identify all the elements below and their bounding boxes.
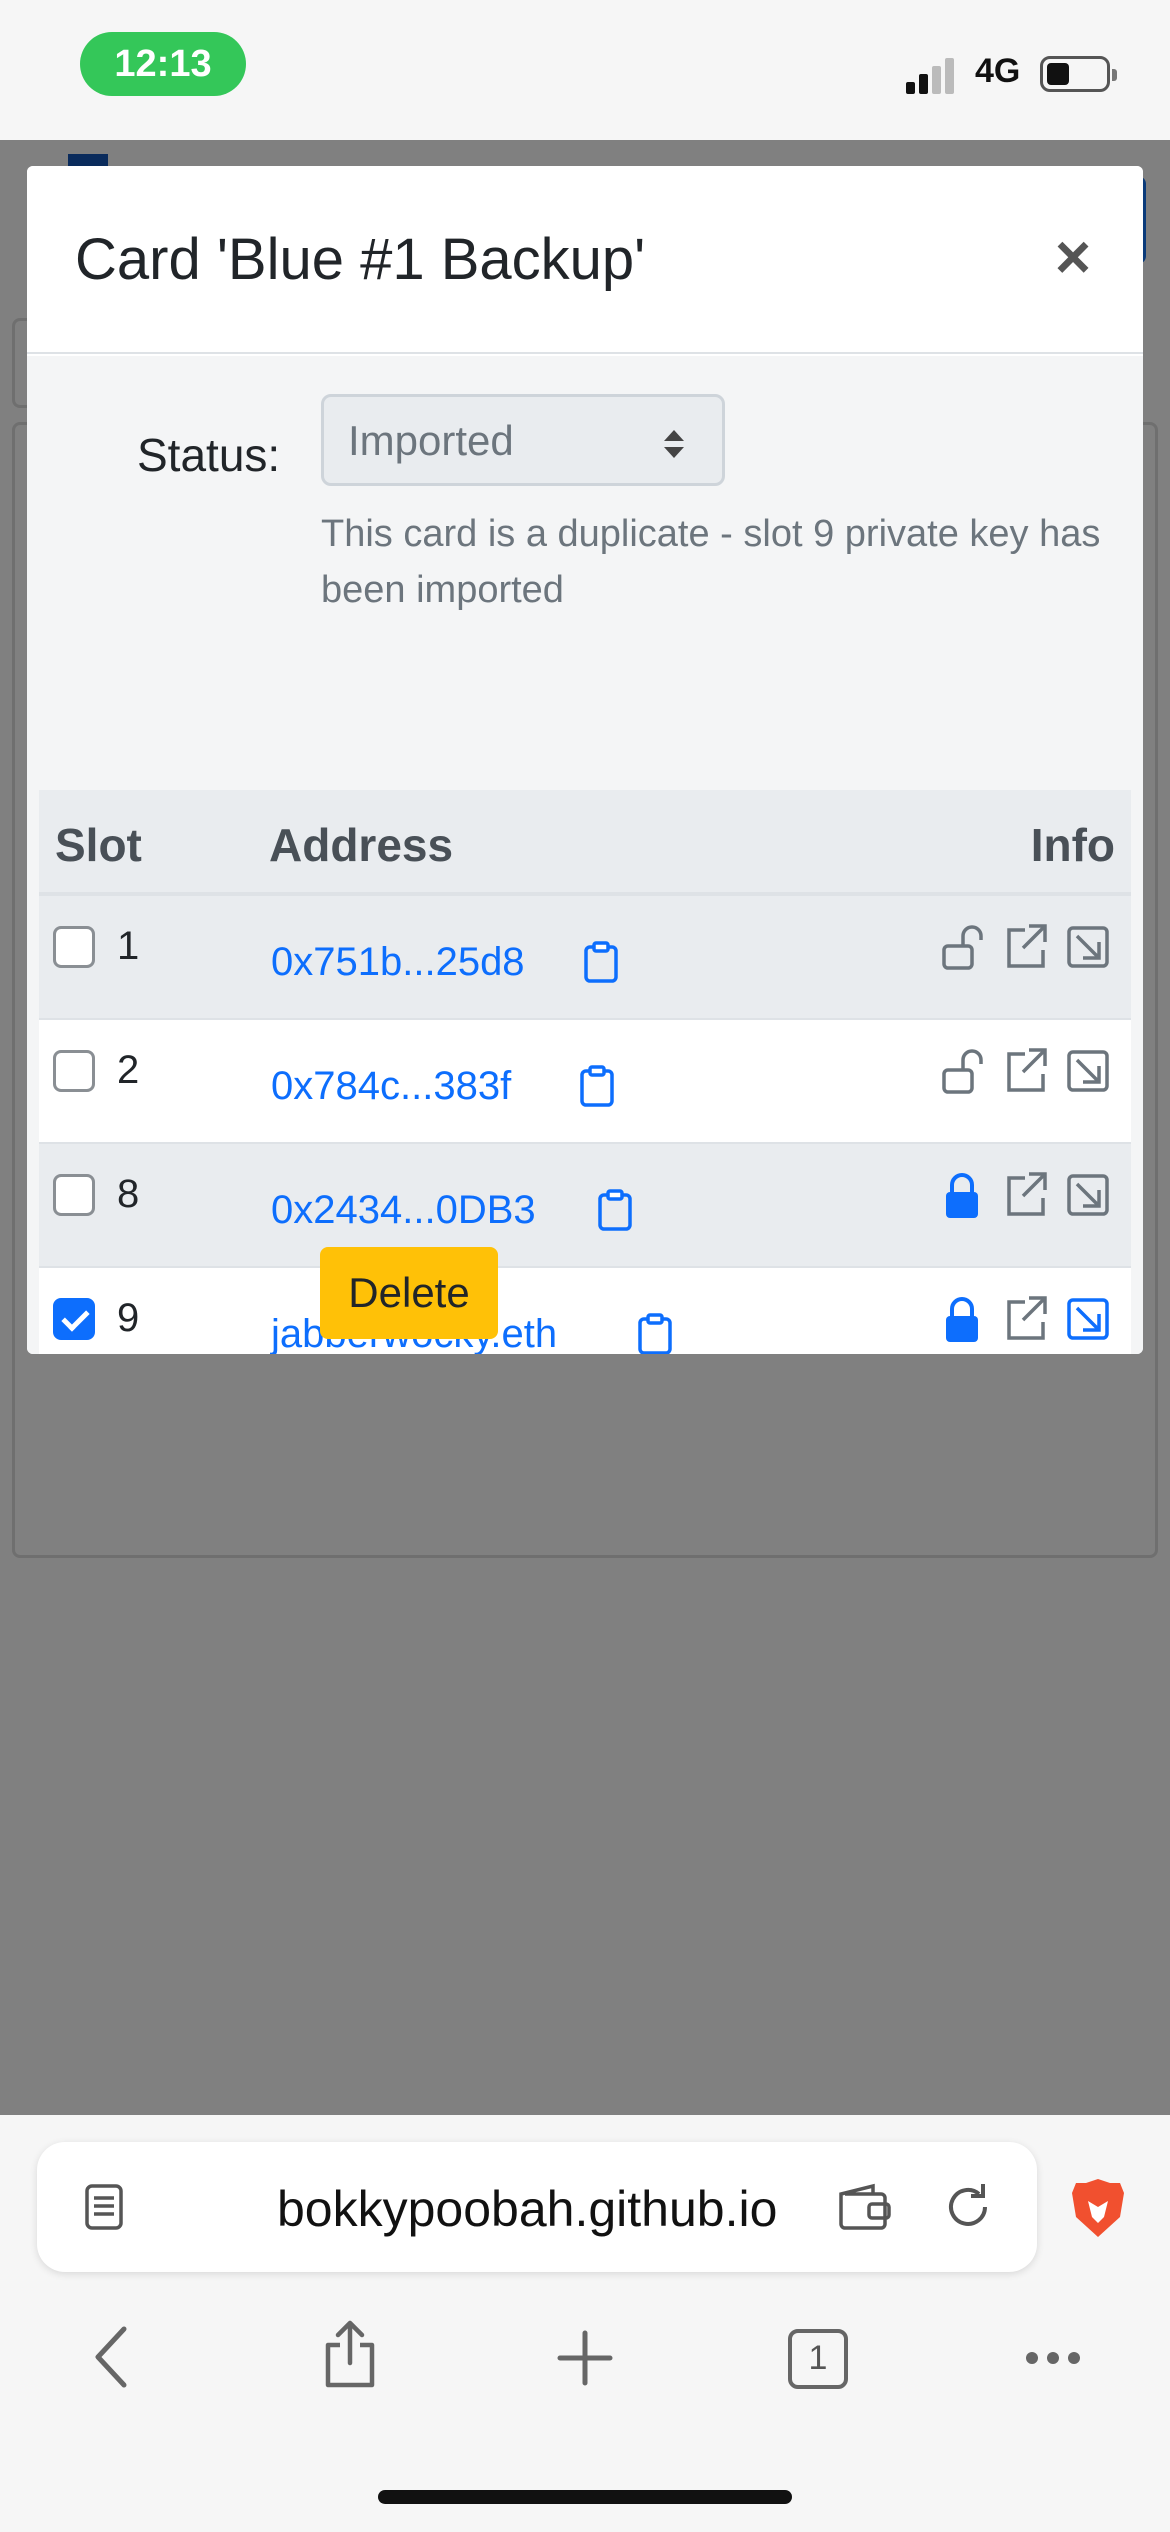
- card-modal: Card 'Blue #1 Backup' × Status: Imported…: [27, 166, 1143, 1354]
- slot-checkbox[interactable]: [53, 926, 95, 968]
- clipboard-icon[interactable]: [595, 1188, 635, 1232]
- clock: 12:13: [80, 32, 246, 96]
- table-row: 9 jabberwocky.eth: [39, 1268, 1131, 1354]
- address-bar[interactable]: bokkypoobah.github.io: [37, 2142, 1037, 2272]
- open-in-icon[interactable]: [1065, 1170, 1111, 1220]
- share-icon[interactable]: [322, 2319, 378, 2389]
- clipboard-icon[interactable]: [577, 1064, 617, 1108]
- unlock-icon[interactable]: [941, 922, 987, 972]
- status-bar: 12:13 4G: [0, 0, 1170, 140]
- reload-icon[interactable]: [941, 2180, 995, 2234]
- external-link-icon[interactable]: [1003, 1046, 1049, 1096]
- reader-icon[interactable]: [79, 2182, 129, 2232]
- column-header-address: Address: [269, 819, 454, 871]
- status-select-value: Imported: [348, 417, 514, 464]
- back-icon[interactable]: [92, 2325, 132, 2389]
- info-icons: [941, 1294, 1117, 1344]
- address-link[interactable]: 0x784c...383f: [271, 1064, 511, 1109]
- info-icons: [941, 1170, 1117, 1220]
- unlock-icon[interactable]: [941, 1046, 987, 1096]
- wallet-icon[interactable]: [837, 2182, 893, 2232]
- more-icon[interactable]: [1024, 2347, 1082, 2369]
- modal-header: Card 'Blue #1 Backup' ×: [27, 166, 1143, 354]
- address-link[interactable]: 0x751b...25d8: [271, 940, 525, 985]
- new-tab-icon[interactable]: [556, 2329, 614, 2387]
- tabs-icon[interactable]: 1: [788, 2329, 848, 2389]
- modal-body: Status: Imported This card is a duplicat…: [27, 356, 1143, 1354]
- slot-checkbox[interactable]: [53, 1050, 95, 1092]
- table-row: 8 0x2434...0DB3: [39, 1144, 1131, 1268]
- table-row: 1 0x751b...25d8: [39, 896, 1131, 1020]
- open-in-icon[interactable]: [1065, 922, 1111, 972]
- table-row: 2 0x784c...383f: [39, 1020, 1131, 1144]
- table-header: Slot Address Info: [39, 790, 1131, 896]
- select-arrows-icon: [664, 430, 684, 458]
- slot-checkbox[interactable]: [53, 1174, 95, 1216]
- lock-icon[interactable]: [941, 1294, 987, 1344]
- brave-lion-icon[interactable]: [1070, 2177, 1126, 2239]
- external-link-icon[interactable]: [1003, 1170, 1049, 1220]
- network-type: 4G: [975, 52, 1021, 90]
- address-link[interactable]: 0x2434...0DB3: [271, 1188, 536, 1233]
- delete-button[interactable]: Delete: [320, 1247, 498, 1339]
- column-header-slot: Slot: [55, 819, 142, 871]
- clipboard-icon[interactable]: [635, 1312, 675, 1354]
- home-indicator: [378, 2490, 792, 2504]
- open-in-icon[interactable]: [1065, 1046, 1111, 1096]
- slots-table: Slot Address Info 1 0x751b...25d8 2 0x78…: [39, 790, 1131, 1354]
- modal-title: Card 'Blue #1 Backup': [75, 227, 646, 292]
- slot-number: 9: [117, 1296, 140, 1340]
- url-text[interactable]: bokkypoobah.github.io: [277, 2180, 777, 2238]
- battery-icon: [1040, 56, 1117, 92]
- info-icons: [941, 922, 1117, 972]
- cellular-signal-icon: [906, 54, 958, 94]
- info-icons: [941, 1046, 1117, 1096]
- clipboard-icon[interactable]: [581, 940, 621, 984]
- external-link-icon[interactable]: [1003, 1294, 1049, 1344]
- browser-toolbar: bokkypoobah.github.io 1: [0, 2115, 1170, 2532]
- lock-icon[interactable]: [941, 1170, 987, 1220]
- slot-number: 8: [117, 1172, 140, 1216]
- column-header-info: Info: [1030, 819, 1115, 871]
- slot-number: 1: [117, 924, 140, 968]
- external-link-icon[interactable]: [1003, 922, 1049, 972]
- slot-number: 2: [117, 1048, 140, 1092]
- slot-checkbox[interactable]: [53, 1298, 95, 1340]
- status-select[interactable]: Imported: [321, 394, 725, 486]
- close-button[interactable]: ×: [1041, 226, 1105, 290]
- open-in-icon[interactable]: [1065, 1294, 1111, 1344]
- status-hint: This card is a duplicate - slot 9 privat…: [321, 513, 1101, 611]
- status-label: Status:: [137, 429, 281, 481]
